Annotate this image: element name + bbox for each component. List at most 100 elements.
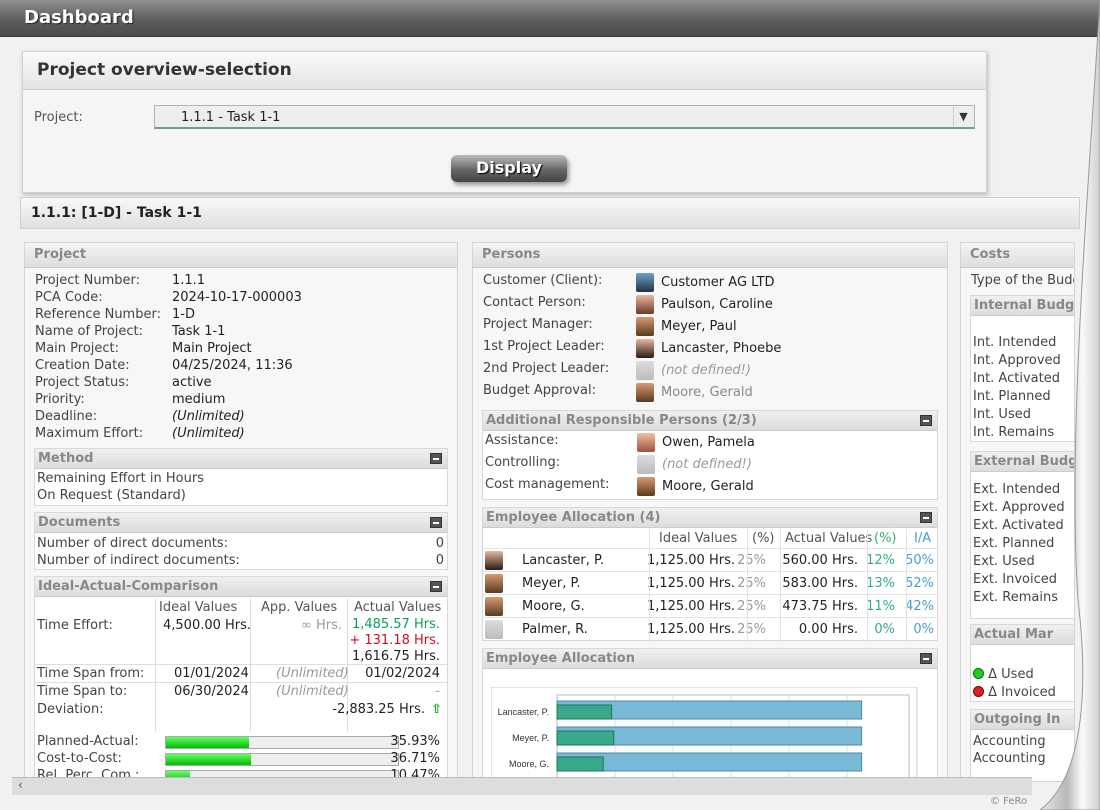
- y-tick-label: Moore, G.: [509, 759, 549, 769]
- person-role-label: Contact Person:: [483, 295, 586, 310]
- field-value: (Unlimited): [172, 409, 245, 424]
- person-name[interactable]: Moore, Gerald: [661, 385, 753, 400]
- app-effort: ∞ Hrs.: [301, 618, 342, 633]
- bar-value: 36.71%: [390, 751, 440, 766]
- person-name[interactable]: Lancaster, Phoebe: [661, 341, 781, 356]
- documents-section: Documents Number of direct documents: 0 …: [34, 512, 448, 570]
- collapse-icon[interactable]: [430, 453, 442, 464]
- deviation-label: Deviation:: [37, 702, 104, 717]
- span-to-actual: -: [435, 684, 440, 699]
- selection-title: Project overview-selection: [23, 52, 986, 90]
- display-button[interactable]: Display: [451, 155, 567, 182]
- horizontal-scrollbar[interactable]: ‹: [12, 777, 1032, 795]
- span-from-label: Time Span from:: [37, 666, 145, 681]
- responsibility-label: Controlling:: [485, 455, 561, 470]
- allocation-heading: Employee Allocation (4): [486, 510, 661, 525]
- person-name: Owen, Pamela: [662, 435, 755, 450]
- collapse-icon[interactable]: [920, 512, 932, 523]
- person-role-label: Budget Approval:: [483, 383, 596, 398]
- project-selection-panel: Project overview-selection Project: 1.1.…: [22, 51, 987, 193]
- actual-value: 560.00 Hrs.: [782, 553, 858, 568]
- actual-margin-heading: Actual Mar: [971, 625, 1074, 645]
- field-label: Name of Project:: [35, 324, 144, 339]
- field-label: Maximum Effort:: [35, 426, 144, 441]
- person-name[interactable]: Meyer, Paul: [661, 319, 737, 334]
- progress-fill: [166, 737, 250, 748]
- field-label: Creation Date:: [35, 358, 130, 373]
- doc-value: 0: [435, 553, 444, 568]
- actual-pct: 13%: [866, 576, 895, 591]
- deviation-value: -2,883.25 Hrs.: [332, 702, 425, 717]
- avatar: [636, 317, 654, 336]
- employee-name[interactable]: Lancaster, P.: [522, 553, 604, 568]
- person-name: Moore, Gerald: [662, 479, 754, 494]
- avatar: [485, 551, 503, 570]
- field-label: Deadline:: [35, 409, 98, 424]
- collapse-icon[interactable]: [920, 653, 932, 664]
- ideal-pct: 25%: [737, 599, 766, 614]
- col-divider: [780, 529, 781, 642]
- avatar: [636, 273, 654, 292]
- actual-bar: [556, 730, 615, 746]
- outgoing-heading: Outgoing In: [971, 710, 1074, 730]
- external-heading: External Budg: [971, 452, 1074, 472]
- persons-panel: Persons Customer (Client): Customer AG LT…: [472, 242, 948, 782]
- field-value: 2024-10-17-000003: [172, 290, 302, 305]
- iac-col-header: Actual Values: [354, 600, 442, 615]
- collapse-icon[interactable]: [920, 415, 932, 426]
- actual-effort: 1,485.57 Hrs.: [351, 617, 440, 632]
- col-divider: [906, 529, 907, 642]
- alloc-col-header: Ideal Values: [659, 531, 738, 546]
- bar-value: 35.93%: [390, 734, 440, 749]
- project-panel: Project Project Number: 1.1.1 PCA Code: 202…: [24, 242, 458, 782]
- chevron-left-icon[interactable]: ‹: [18, 778, 23, 792]
- collapse-icon[interactable]: [430, 581, 442, 592]
- allocation-chart: Lancaster, P. Meyer, P. Moore, G.: [491, 687, 918, 781]
- collapse-icon[interactable]: [430, 517, 442, 528]
- person-name[interactable]: Paulson, Caroline: [661, 297, 773, 312]
- external-budget-row: Ext. Approved: [973, 500, 1065, 515]
- col-divider: [747, 529, 748, 642]
- method-section: Method Remaining Effort in Hours On Requ…: [34, 448, 448, 506]
- span-from-app: (Unlimited): [276, 666, 349, 681]
- external-budget-row: Ext. Planned: [973, 536, 1055, 551]
- ideal-pct: 25%: [737, 553, 766, 568]
- iac-col-header: Ideal Values: [159, 600, 238, 615]
- ideal-effort: 4,500.00 Hrs.: [163, 618, 252, 633]
- project-select-value: 1.1.1 - Task 1-1: [181, 110, 281, 125]
- field-label: Project Number:: [35, 273, 140, 288]
- person-role-label: Project Manager:: [483, 317, 593, 332]
- task-title: 1.1.1: [1-D] - Task 1-1: [31, 205, 202, 221]
- ia-pct: 52%: [905, 576, 934, 591]
- placeholder-avatar-icon: [485, 620, 503, 639]
- task-title-bar: 1.1.1: [1-D] - Task 1-1: [20, 197, 1080, 229]
- internal-budget-row: Int. Used: [973, 407, 1031, 422]
- allocation-chart-section: Employee Allocation Lancaster, P. Meyer, …: [482, 648, 938, 781]
- internal-budget-row: Int. Activated: [973, 371, 1060, 386]
- person-name[interactable]: Customer AG LTD: [661, 275, 775, 290]
- actual-extra: + 131.18 Hrs.: [349, 633, 440, 648]
- span-to-label: Time Span to:: [37, 684, 128, 699]
- alloc-col-header: I/A: [914, 531, 932, 546]
- actual-value: 473.75 Hrs.: [782, 599, 858, 614]
- employee-name[interactable]: Palmer, R.: [522, 622, 588, 637]
- field-value: medium: [172, 392, 226, 407]
- internal-heading: Internal Budge: [971, 296, 1074, 316]
- budget-type-label: Type of the Budg: [971, 273, 1075, 288]
- person-name: (not defined!): [661, 363, 751, 378]
- field-value: (Unlimited): [172, 426, 245, 441]
- actual-pct: 0%: [874, 622, 895, 637]
- employee-name[interactable]: Moore, G.: [522, 599, 585, 614]
- project-select[interactable]: 1.1.1 - Task 1-1 ▼: [154, 105, 975, 129]
- avatar: [637, 433, 655, 452]
- chevron-down-icon[interactable]: ▼: [953, 107, 973, 126]
- employee-name[interactable]: Meyer, P.: [522, 576, 580, 591]
- employee-allocation-section: Employee Allocation (4) Ideal Values (%)…: [482, 507, 938, 642]
- delta-used-row: Δ Used: [973, 667, 1034, 682]
- placeholder-avatar-icon: [636, 361, 654, 380]
- avatar: [636, 339, 654, 358]
- placeholder-avatar-icon: [637, 455, 655, 474]
- iac-heading: Ideal-Actual-Comparison: [38, 579, 219, 594]
- progress-bar: [165, 753, 399, 766]
- actual-pct: 11%: [866, 599, 895, 614]
